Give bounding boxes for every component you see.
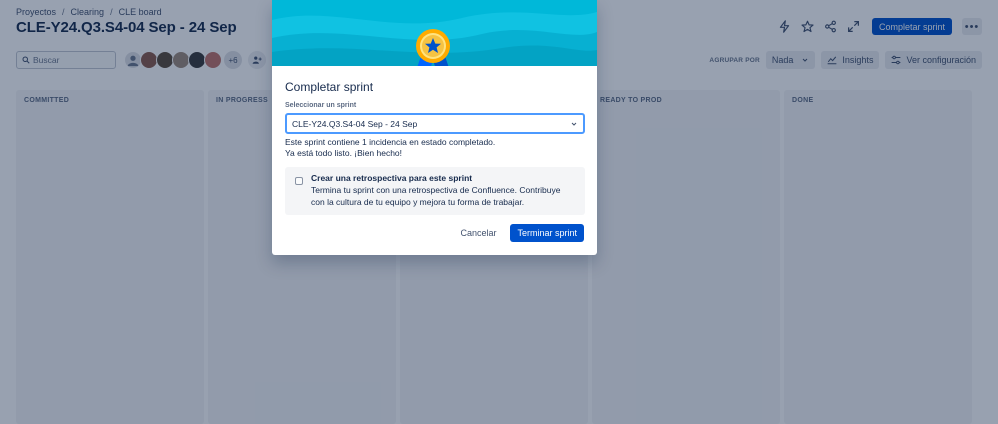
finish-sprint-button[interactable]: Terminar sprint (510, 224, 584, 242)
cancel-button[interactable]: Cancelar (452, 224, 504, 242)
dialog-banner (272, 0, 597, 66)
retrospective-title: Crear una retrospectiva para este sprint (311, 173, 473, 183)
retrospective-text: Crear una retrospectiva para este sprint… (311, 173, 575, 208)
chevron-down-icon (571, 122, 577, 126)
complete-sprint-dialog: Completar sprint Seleccionar un sprint C… (272, 0, 597, 255)
award-medal-icon (416, 29, 450, 66)
retrospective-checkbox[interactable] (295, 177, 303, 185)
dialog-footer: Cancelar Terminar sprint (452, 224, 584, 242)
sprint-select-value: CLE-Y24.Q3.S4-04 Sep - 24 Sep (292, 118, 418, 129)
sprint-info-line: Este sprint contiene 1 incidencia en est… (285, 137, 496, 147)
sprint-info: Este sprint contiene 1 incidencia en est… (285, 137, 584, 159)
retrospective-description: Termina tu sprint con una retrospectiva … (311, 185, 561, 207)
sprint-select-label: Seleccionar un sprint (285, 102, 357, 109)
sprint-info-line: Ya está todo listo. ¡Bien hecho! (285, 148, 403, 158)
sprint-select[interactable]: CLE-Y24.Q3.S4-04 Sep - 24 Sep (285, 113, 585, 134)
dialog-title: Completar sprint (285, 80, 374, 94)
retrospective-option: Crear una retrospectiva para este sprint… (285, 167, 585, 215)
dialog-body: Completar sprint Seleccionar un sprint C… (272, 66, 597, 215)
